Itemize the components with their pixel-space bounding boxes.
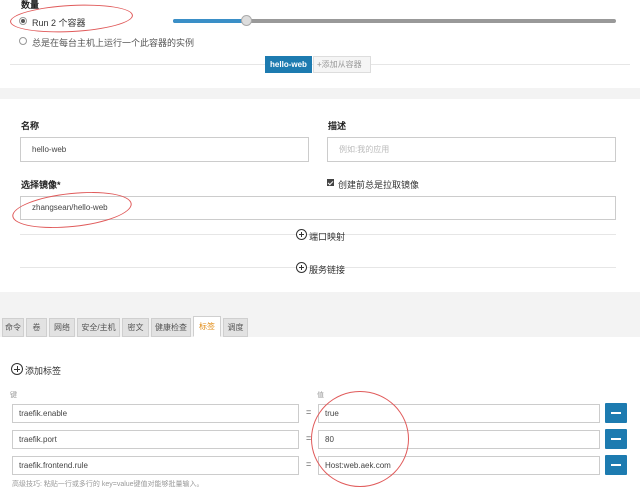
remove-label-button[interactable] [605,403,627,423]
value-header: 值 [317,392,324,399]
service-link-label[interactable]: 服务链接 [309,263,345,276]
pull-image-checkbox[interactable] [327,179,334,186]
description-input[interactable]: 例如:我的应用 [327,137,616,162]
add-port-map-icon[interactable] [296,229,307,240]
name-input[interactable]: hello-web [20,137,309,162]
description-label: 描述 [328,121,347,131]
config-tabs: 命令 卷 网络 安全/主机 密文 健康检查 标签 调度 [0,315,640,337]
tab-volumes[interactable]: 卷 [26,318,47,337]
tab-network[interactable]: 网络 [49,318,75,337]
add-service-link-icon[interactable] [296,262,307,273]
remove-label-button[interactable] [605,455,627,475]
tab-health-check[interactable]: 健康检查 [151,318,191,337]
scale-slider[interactable] [173,19,616,23]
name-label: 名称 [21,121,40,131]
equals-sign: = [306,407,312,417]
tab-labels[interactable]: 标签 [193,316,221,337]
label-key-input[interactable]: traefik.frontend.rule [12,456,299,475]
remove-label-button[interactable] [605,429,627,449]
add-sidekick-button[interactable]: +添加从容器 [313,56,371,73]
tab-scheduling[interactable]: 调度 [223,318,248,337]
tab-security-host[interactable]: 安全/主机 [77,318,120,337]
annotation-circle [311,391,409,487]
label-key-input[interactable]: traefik.port [12,430,299,449]
pull-image-label: 创建前总是拉取镜像 [338,180,420,190]
slider-fill [173,19,246,23]
service-tab-primary[interactable]: hello-web [265,56,312,73]
global-radio[interactable] [19,37,27,45]
global-label: 总是在每台主机上运行一个此容器的实例 [32,38,195,48]
tab-secrets[interactable]: 密文 [122,318,149,337]
add-label-button[interactable]: 添加标签 [25,364,61,377]
add-sidekick-label: 添加从容器 [321,60,362,69]
equals-sign: = [306,459,312,469]
add-label-icon[interactable] [11,363,23,375]
image-label: 选择镜像* [21,180,61,190]
label-key-input[interactable]: traefik.enable [12,404,299,423]
key-header: 键 [10,392,17,399]
tab-command[interactable]: 命令 [2,318,24,337]
port-map-label[interactable]: 端口映射 [309,230,345,243]
slider-handle[interactable] [241,15,252,26]
bulk-input-tip: 高级技巧: 粘贴一行或多行的 key=value键值对能够批量输入。 [12,481,204,488]
